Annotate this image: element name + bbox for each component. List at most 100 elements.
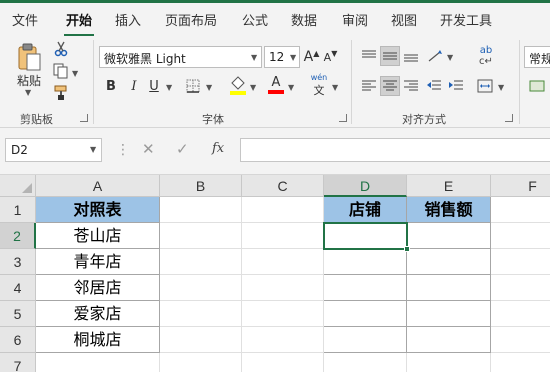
cell-b1[interactable] — [160, 197, 242, 223]
accounting-format-icon[interactable] — [526, 76, 548, 96]
tab-file[interactable]: 文件 — [12, 10, 38, 29]
clipboard-launcher-icon[interactable] — [80, 114, 88, 122]
cell-a1[interactable]: 对照表 — [36, 197, 160, 223]
bold-button[interactable]: B — [102, 76, 120, 96]
cell-e6[interactable] — [407, 327, 491, 353]
tab-home[interactable]: 开始 — [66, 10, 92, 29]
cell-f4[interactable] — [491, 275, 550, 301]
grow-font-button[interactable]: A ▲ — [303, 47, 320, 67]
phonetic-dropdown-icon[interactable]: ▼ — [332, 83, 338, 92]
phonetic-icon[interactable]: wén 文 — [308, 73, 330, 97]
cell-e5[interactable] — [407, 301, 491, 327]
cell-a5[interactable]: 爱家店 — [36, 301, 160, 327]
format-painter-icon[interactable] — [52, 84, 70, 102]
underline-button[interactable]: U — [146, 76, 162, 96]
row-header-5[interactable]: 5 — [0, 301, 36, 327]
select-all-button[interactable] — [0, 175, 36, 197]
cell-f2[interactable] — [491, 223, 550, 249]
merge-center-dropdown-icon[interactable]: ▼ — [498, 83, 504, 92]
font-size-dropdown-icon[interactable]: ▼ — [290, 53, 296, 62]
increase-indent-icon[interactable] — [446, 76, 466, 96]
orientation-dropdown-icon[interactable]: ▼ — [447, 53, 453, 62]
tab-formulas[interactable]: 公式 — [242, 10, 268, 29]
column-header-b[interactable]: B — [160, 175, 242, 197]
align-top-icon[interactable] — [359, 46, 379, 66]
row-header-1[interactable]: 1 — [0, 197, 36, 223]
row-header-4[interactable]: 4 — [0, 275, 36, 301]
cell-a6[interactable]: 桐城店 — [36, 327, 160, 353]
row-header-3[interactable]: 3 — [0, 249, 36, 275]
name-box-dropdown-icon[interactable]: ▼ — [90, 145, 96, 154]
column-header-f[interactable]: F — [491, 175, 550, 197]
paste-button-label[interactable]: 粘贴 — [14, 73, 44, 88]
copy-dropdown-icon[interactable]: ▼ — [72, 69, 78, 78]
underline-dropdown-icon[interactable]: ▼ — [166, 83, 172, 92]
cell-f7[interactable] — [491, 353, 550, 372]
shrink-font-button[interactable]: A ▼ — [322, 47, 339, 67]
cell-c6[interactable] — [242, 327, 324, 353]
cell-b4[interactable] — [160, 275, 242, 301]
cell-d1[interactable]: 店铺 — [324, 197, 407, 223]
italic-button[interactable]: I — [125, 76, 143, 96]
cut-icon[interactable] — [52, 40, 70, 58]
cell-a7[interactable] — [36, 353, 160, 372]
cell-c1[interactable] — [242, 197, 324, 223]
cell-e3[interactable] — [407, 249, 491, 275]
cell-b6[interactable] — [160, 327, 242, 353]
column-header-a[interactable]: A — [36, 175, 160, 197]
cell-c2[interactable] — [242, 223, 324, 249]
cell-a3[interactable]: 青年店 — [36, 249, 160, 275]
font-color-dropdown-icon[interactable]: ▼ — [288, 83, 294, 92]
align-middle-icon[interactable] — [380, 46, 400, 66]
formula-input[interactable] — [240, 138, 550, 162]
orientation-icon[interactable] — [425, 46, 445, 66]
paste-icon[interactable] — [12, 42, 46, 74]
cell-c7[interactable] — [242, 353, 324, 372]
tab-insert[interactable]: 插入 — [115, 10, 141, 29]
cell-e2[interactable] — [407, 223, 491, 249]
fill-handle[interactable] — [404, 246, 410, 252]
cancel-icon[interactable]: ✕ — [142, 140, 155, 158]
cell-f6[interactable] — [491, 327, 550, 353]
cell-d4[interactable] — [324, 275, 407, 301]
tab-page-layout[interactable]: 页面布局 — [165, 10, 217, 29]
row-header-7[interactable]: 7 — [0, 353, 36, 372]
borders-icon[interactable] — [184, 77, 202, 95]
fill-color-icon[interactable] — [228, 74, 248, 96]
cell-d3[interactable] — [324, 249, 407, 275]
wrap-text-icon[interactable]: ab c↵ — [475, 44, 497, 68]
align-bottom-icon[interactable] — [401, 46, 421, 66]
align-left-icon[interactable] — [359, 76, 379, 96]
cell-d6[interactable] — [324, 327, 407, 353]
name-box[interactable]: D2 — [5, 138, 102, 162]
column-header-d[interactable]: D — [324, 175, 407, 197]
cell-b2[interactable] — [160, 223, 242, 249]
decrease-indent-icon[interactable] — [424, 76, 444, 96]
tab-developer[interactable]: 开发工具 — [440, 10, 492, 29]
number-format-select[interactable]: 常规 — [524, 46, 550, 68]
column-header-e[interactable]: E — [407, 175, 491, 197]
row-header-6[interactable]: 6 — [0, 327, 36, 353]
align-center-icon[interactable] — [380, 76, 400, 96]
cell-f1[interactable] — [491, 197, 550, 223]
cell-a2[interactable]: 苍山店 — [36, 223, 160, 249]
borders-dropdown-icon[interactable]: ▼ — [206, 83, 212, 92]
alignment-launcher-icon[interactable] — [505, 114, 513, 122]
cell-a4[interactable]: 邻居店 — [36, 275, 160, 301]
fill-color-dropdown-icon[interactable]: ▼ — [250, 83, 256, 92]
cell-c3[interactable] — [242, 249, 324, 275]
tab-view[interactable]: 视图 — [391, 10, 417, 29]
row-header-2[interactable]: 2 — [0, 223, 36, 249]
enter-icon[interactable]: ✓ — [176, 140, 189, 158]
font-name-dropdown-icon[interactable]: ▼ — [251, 53, 257, 62]
cell-e4[interactable] — [407, 275, 491, 301]
cell-d5[interactable] — [324, 301, 407, 327]
column-header-c[interactable]: C — [242, 175, 324, 197]
align-right-icon[interactable] — [401, 76, 421, 96]
cell-c5[interactable] — [242, 301, 324, 327]
insert-function-icon[interactable]: fx — [212, 141, 224, 156]
font-color-icon[interactable]: A — [266, 74, 286, 96]
cell-f5[interactable] — [491, 301, 550, 327]
cell-b3[interactable] — [160, 249, 242, 275]
merge-center-icon[interactable] — [475, 76, 495, 96]
